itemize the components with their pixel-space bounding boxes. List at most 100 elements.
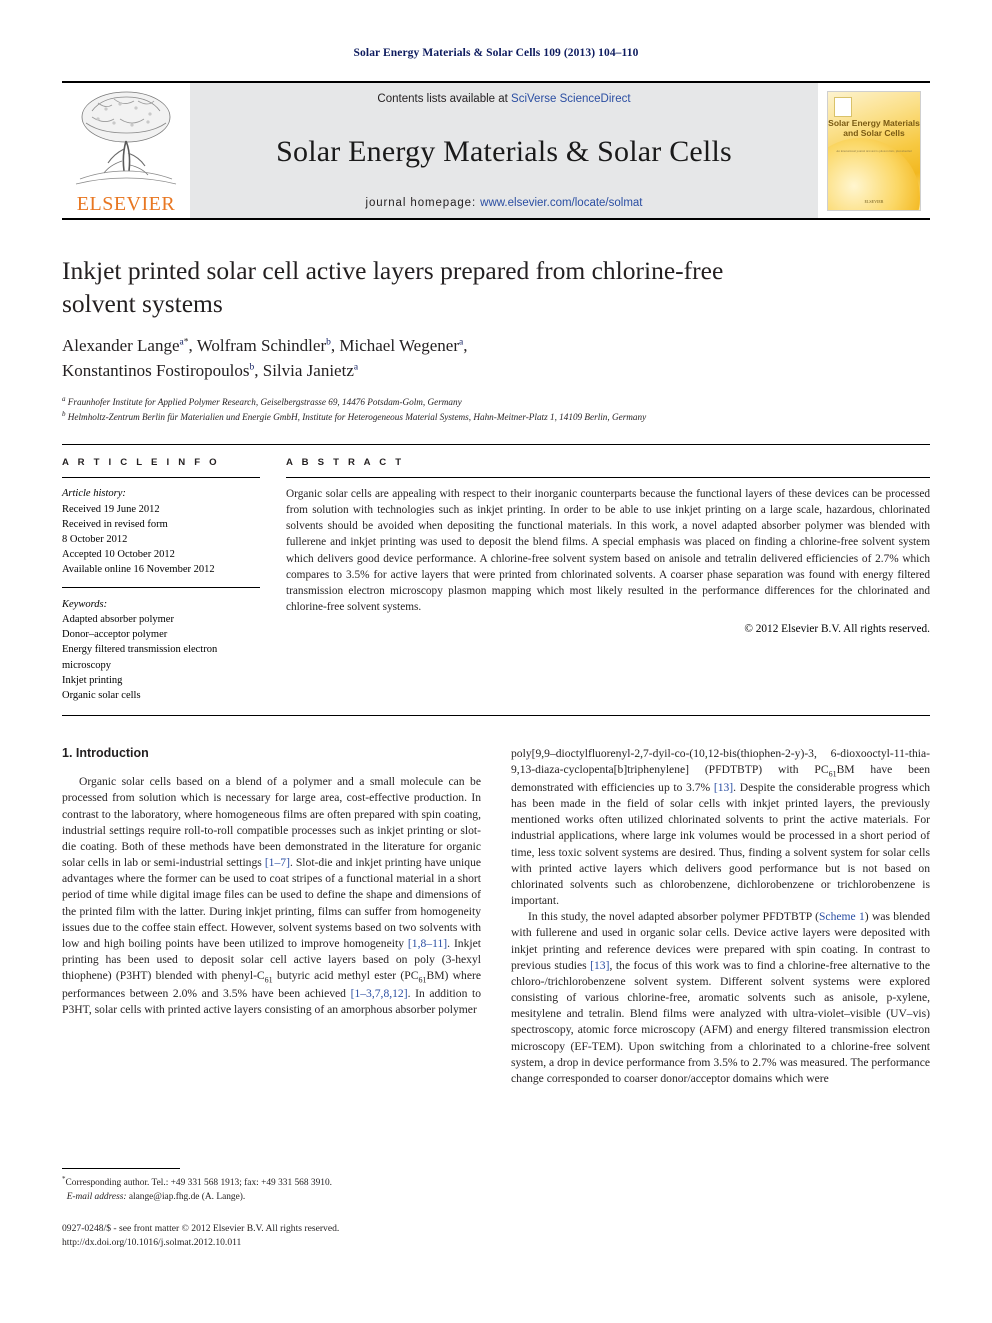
elsevier-wordmark: ELSEVIER <box>76 193 176 215</box>
affiliation-item: a Fraunhofer Institute for Applied Polym… <box>62 394 930 409</box>
author-name: Alexander Lange <box>62 336 180 356</box>
affiliation-text: Fraunhofer Institute for Applied Polymer… <box>67 396 462 407</box>
journal-article-page: Solar Energy Materials & Solar Cells 109… <box>0 0 992 1323</box>
keyword-item: Donor–acceptor polymer <box>62 629 168 641</box>
history-item: Received in revised form <box>62 518 168 530</box>
citation-ref[interactable]: [1–7] <box>265 856 290 869</box>
footnote-rule <box>62 1168 180 1169</box>
corresponding-author-footnote: *Corresponding author. Tel.: +49 331 568… <box>62 1168 481 1204</box>
abstract-heading: A B S T R A C T <box>286 457 405 469</box>
author-item: Wolfram Schindlerb, <box>197 336 340 355</box>
keyword-item: Energy filtered transmission electron <box>62 644 218 656</box>
history-item: Accepted 10 October 2012 <box>62 549 175 561</box>
footnote-email[interactable]: alange@iap.fhg.de (A. Lange). <box>129 1192 245 1202</box>
keywords-list: Adapted absorber polymer Donor–acceptor … <box>62 612 260 703</box>
journal-homepage-url[interactable]: www.elsevier.com/locate/solmat <box>480 197 642 209</box>
intro-paragraph-1-continued: poly[9,9–dioctylfluorenyl-2,7-dyil-co-(1… <box>511 746 930 909</box>
affiliation-mark: a <box>62 394 66 403</box>
para-text: butyric acid methyl ester (PC <box>272 969 419 983</box>
article-info-column: A R T I C L E I N F O Article history: R… <box>62 457 286 703</box>
journal-cover-thumbnail: Solar Energy Materials and Solar Cells A… <box>818 83 930 218</box>
article-info-rule <box>62 477 260 479</box>
author-item: Michael Wegenera, <box>339 336 467 355</box>
keywords-rule <box>62 586 260 588</box>
article-history-list: Received 19 June 2012 Received in revise… <box>62 502 260 578</box>
para-text: , the focus of this work was to find a c… <box>511 958 930 1085</box>
body-columns: 1. Introduction Organic solar cells base… <box>62 746 930 1087</box>
chem-subscript: 61 <box>828 769 837 779</box>
history-item: Received 19 June 2012 <box>62 503 160 515</box>
citation-ref[interactable]: [1,8–11] <box>408 937 447 950</box>
colophon-doi[interactable]: http://dx.doi.org/10.1016/j.solmat.2012.… <box>62 1236 522 1250</box>
scheme-link[interactable]: Scheme 1 <box>819 910 865 923</box>
author-sep: , <box>463 336 468 356</box>
author-name: Silvia Janietz <box>262 360 354 380</box>
affiliation-text: Helmholtz-Zentrum Berlin für Materialien… <box>67 412 647 423</box>
intro-paragraph-1: Organic solar cells based on a blend of … <box>62 774 481 1018</box>
sciencedirect-link[interactable]: SciVerse ScienceDirect <box>511 93 631 105</box>
chem-subscript: 61 <box>264 975 273 985</box>
keyword-item: microscopy <box>62 659 111 671</box>
elsevier-tree-icon <box>75 91 177 185</box>
colophon: 0927-0248/$ - see front matter © 2012 El… <box>62 1222 522 1251</box>
para-text: . Slot-die and inkjet printing have uniq… <box>62 856 482 950</box>
author-list: Alexander Langea*, Wolfram Schindlerb, M… <box>62 334 930 383</box>
colophon-front-matter: 0927-0248/$ - see front matter © 2012 El… <box>62 1223 340 1234</box>
abstract-copyright: © 2012 Elsevier B.V. All rights reserved… <box>744 622 930 635</box>
history-item: Available online 16 November 2012 <box>62 564 215 576</box>
journal-masthead: ELSEVIER Contents lists available at Sci… <box>62 81 930 220</box>
cover-subtitle: An international journal devoted to phot… <box>836 148 912 153</box>
author-item: Silvia Janietza <box>263 361 358 380</box>
cover-title: Solar Energy Materials and Solar Cells <box>828 118 920 139</box>
left-column: 1. Introduction Organic solar cells base… <box>62 746 481 1087</box>
citation-ref[interactable]: [1–3,7,8,12] <box>351 987 408 1000</box>
citation-ref[interactable]: [13] <box>590 959 609 972</box>
intro-paragraph-2: In this study, the novel adapted absorbe… <box>511 909 930 1087</box>
article-title: Inkjet printed solar cell active layers … <box>62 256 724 319</box>
info-area-bottom-rule <box>62 715 930 717</box>
author-name: Wolfram Schindler <box>196 336 327 356</box>
right-column: poly[9,9–dioctylfluorenyl-2,7-dyil-co-(1… <box>511 746 930 1087</box>
keywords-label: Keywords: <box>62 598 108 610</box>
abstract-column: A B S T R A C T Organic solar cells are … <box>286 457 930 703</box>
journal-title: Solar Energy Materials & Solar Cells <box>276 135 732 168</box>
author-sep: , <box>188 336 197 356</box>
para-text: Organic solar cells based on a blend of … <box>62 775 481 870</box>
article-history-label: Article history: <box>62 488 126 500</box>
footnote-body: Corresponding author. Tel.: +49 331 568 … <box>65 1178 333 1189</box>
journal-homepage-line: journal homepage: www.elsevier.com/locat… <box>365 197 642 209</box>
cover-title-line1: Solar Energy Materials <box>828 117 920 128</box>
author-name: Konstantinos Fostiropoulos <box>62 360 250 380</box>
running-head: Solar Energy Materials & Solar Cells 109… <box>353 47 639 59</box>
cover-title-line2: and Solar Cells <box>843 128 905 139</box>
article-info-heading: A R T I C L E I N F O <box>62 457 220 469</box>
section-heading-introduction: 1. Introduction <box>62 746 149 761</box>
author-item: Konstantinos Fostiropoulosb, <box>62 361 263 380</box>
para-text: . Despite the considerable progress whic… <box>511 780 931 908</box>
keyword-item: Organic solar cells <box>62 690 141 701</box>
journal-homepage-label: journal homepage: <box>365 197 481 209</box>
abstract-rule <box>286 477 930 479</box>
author-affil-mark: a <box>353 362 359 373</box>
title-block: Inkjet printed solar cell active layers … <box>62 254 930 424</box>
journal-banner: Contents lists available at SciVerse Sci… <box>190 83 818 218</box>
affiliation-mark: b <box>62 409 66 418</box>
elsevier-logo: ELSEVIER <box>62 83 190 218</box>
citation-ref[interactable]: [13] <box>714 781 733 794</box>
contents-available-line: Contents lists available at SciVerse Sci… <box>377 93 630 105</box>
cover-elsevier-mark-icon <box>834 96 852 117</box>
info-abstract-area: A R T I C L E I N F O Article history: R… <box>62 444 930 703</box>
keyword-item: Inkjet printing <box>62 674 123 686</box>
para-text: In this study, the novel adapted absorbe… <box>528 910 819 924</box>
history-item: 8 October 2012 <box>62 534 128 546</box>
author-sep: , <box>254 360 263 380</box>
abstract-text: Organic solar cells are appealing with r… <box>286 488 930 613</box>
affiliation-item: b Helmholtz-Zentrum Berlin für Materiali… <box>62 409 930 424</box>
cover-footer-mark: ELSEVIER <box>864 198 884 204</box>
author-name: Michael Wegener <box>339 336 459 356</box>
affiliation-list: a Fraunhofer Institute for Applied Polym… <box>62 394 930 425</box>
author-item: Alexander Langea*, <box>62 336 197 355</box>
footnote-text: *Corresponding author. Tel.: +49 331 568… <box>62 1174 481 1204</box>
keyword-item: Adapted absorber polymer <box>62 613 174 625</box>
footnote-email-label: E-mail address: <box>66 1191 127 1202</box>
